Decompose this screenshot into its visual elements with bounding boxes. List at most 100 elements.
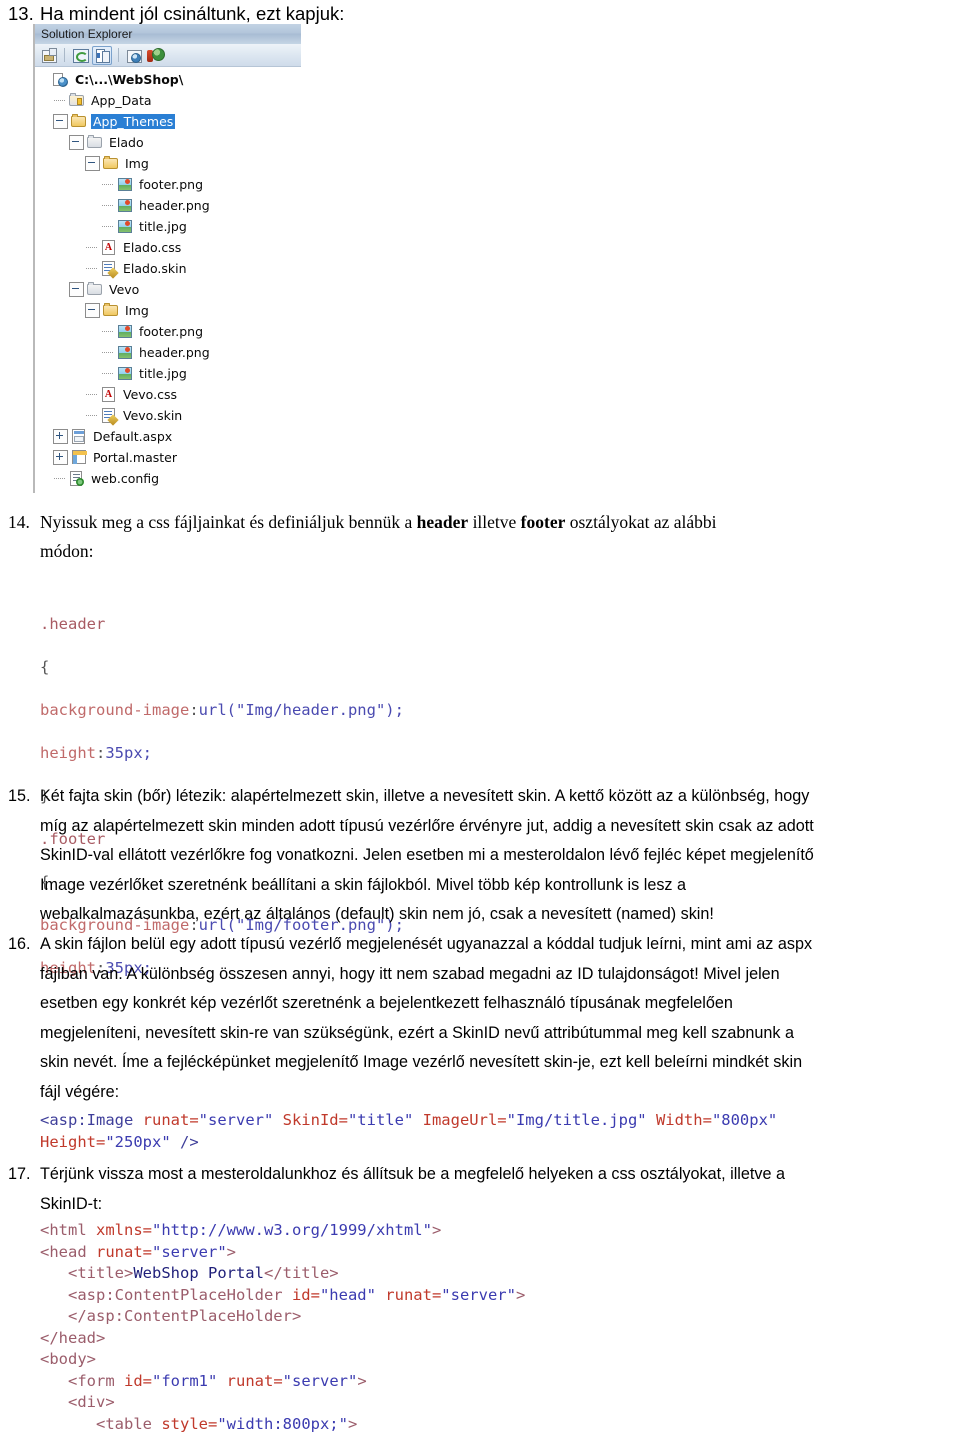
tree-connector [85,409,98,422]
tree-node-label: title.jpg [139,366,187,381]
tree-node-label: Elado.css [123,240,182,255]
refresh-icon[interactable] [71,47,89,64]
html-code-token: xmlns= [86,1221,152,1239]
item-14-text: Nyissuk meg a css fájljainkat és definiá… [40,508,940,566]
item-14: 14. Nyissuk meg a css fájljainkat és def… [0,508,940,566]
html-code-token: <title> [68,1264,134,1282]
item-15: 15. Két fajta skin (bőr) létezik: alapér… [0,782,950,930]
tree-node-header-png[interactable]: header.png [35,342,301,363]
collapse-toggle-icon[interactable] [85,156,100,171]
tree-node-label: header.png [139,345,210,360]
tree-connector [101,199,114,212]
item-13: 13. Ha mindent jól csináltunk, ezt kapju… [0,2,940,26]
item-16: 16. A skin fájlon belül egy adott típusú… [0,930,950,1107]
tree-node-img[interactable]: Img [35,300,301,321]
html-code-token: > [515,1285,526,1304]
item-17-number: 17. [8,1165,31,1183]
tree-node-web-config[interactable]: web.config [35,468,301,489]
html-code-token: runat= [375,1285,442,1304]
html-code-token: > [431,1221,442,1239]
tree-node-label: web.config [91,471,160,486]
item-17-line2: SkinID-t: [40,1194,103,1213]
tree-node-label: header.png [139,198,210,213]
item-17-line1: Térjünk vissza most a mesteroldalunkhoz … [40,1165,785,1183]
tree-node-default-aspx[interactable]: Default.aspx [35,426,301,447]
tree-node-label: Vevo.skin [123,408,183,423]
html-code-token: "server" [282,1371,358,1390]
folder-open-icon [103,156,119,171]
tree-node-footer-png[interactable]: footer.png [35,174,301,195]
html-code-line-7: <body> [40,1349,525,1371]
tree-node-app-themes[interactable]: App_Themes [35,111,301,132]
image-file-icon [117,219,133,234]
tree-node-label: App_Themes [91,114,176,129]
tree-node-img[interactable]: Img [35,153,301,174]
collapse-toggle-icon[interactable] [85,303,100,318]
tree-node-app-data[interactable]: App_Data [35,90,301,111]
aspx-file-icon [71,429,87,444]
tree-node-vevo-css[interactable]: A Vevo.css [35,384,301,405]
tree-node-label: C:\...\WebShop\ [75,72,184,87]
tree-node-header-png[interactable]: header.png [35,195,301,216]
tree-node-elado-css[interactable]: A Elado.css [35,237,301,258]
tree-node-footer-png[interactable]: footer.png [35,321,301,342]
tree-node-elado[interactable]: Elado [35,132,301,153]
html-code-token: "http://www.w3.org/1999/xhtml" [152,1221,432,1239]
asp-net-configuration-icon[interactable] [146,47,165,64]
html-code-token: </asp:ContentPlaceHolder> [68,1307,302,1325]
toolbar-separator-2 [118,48,119,62]
tree-node-vevo-skin[interactable]: Vevo.skin [35,405,301,426]
item-16-text: A skin fájlon belül egy adott típusú vez… [40,930,950,1107]
image-code-block: <asp:Image runat="server" SkinId="title"… [40,1110,960,1153]
html-code-token: runat= [86,1242,152,1261]
tree-node-elado-skin[interactable]: Elado.skin [35,258,301,279]
config-file-icon [69,471,85,486]
collapse-toggle-icon[interactable] [69,282,84,297]
item-16-line1: A skin fájlon belül egy adott típusú vez… [40,935,813,953]
html-code-block: <html xmlns="http://www.w3.org/1999/xhtm… [40,1220,525,1435]
tree-connector [53,472,66,485]
solution-explorer-panel: Solution Explorer C:\...\WebShop\ App_Dat… [33,24,301,493]
tree-node-label: Portal.master [93,450,177,465]
collapse-toggle-icon[interactable] [53,114,68,129]
html-code-token: "server" [441,1285,516,1304]
tree-node-title-jpg[interactable]: title.jpg [35,363,301,384]
solution-explorer-tree[interactable]: C:\...\WebShop\ App_Data App_Themes Elado Im… [35,67,301,493]
item-15-line2: míg az alapértelmezett skin minden adott… [40,816,814,835]
item-16-line2: fájlban van. A különbség összesen annyi,… [40,964,780,983]
tree-node-c-webshop[interactable]: C:\...\WebShop\ [35,69,301,90]
tree-connector [85,262,98,275]
html-code-token: "server" [152,1242,227,1261]
nest-related-files-icon[interactable] [125,47,143,64]
show-all-files-icon[interactable] [92,45,112,65]
css-line-2: { [40,657,50,676]
tree-connector [85,241,98,254]
tree-connector [101,178,114,191]
css-line-3: background-image:url("Img/header.png"); [40,700,404,719]
expand-toggle-icon[interactable] [53,429,68,444]
item-17: 17. Térjünk vissza most a mesteroldalunk… [0,1160,950,1219]
tree-node-title-jpg[interactable]: title.jpg [35,216,301,237]
tree-connector [85,388,98,401]
tree-node-portal-master[interactable]: Portal.master [35,447,301,468]
html-code-token: > [347,1414,358,1433]
item-15-text: Két fajta skin (bőr) létezik: alapértelm… [40,782,950,930]
properties-icon[interactable] [40,47,58,64]
image-code-tag: <asp:Image [40,1111,134,1129]
collapse-toggle-icon[interactable] [69,135,84,150]
html-code-token: </head> [40,1328,106,1347]
expand-toggle-icon[interactable] [53,450,68,465]
folder-closed-icon [69,93,85,108]
tree-connector [101,367,114,380]
item-14-bold-header: header [416,512,469,532]
item-16-line5: skin nevét. Íme a fejlécképünket megjele… [40,1053,803,1071]
item-15-number: 15. [8,787,31,805]
master-file-icon [71,450,87,465]
solution-explorer-toolbar[interactable] [35,44,301,67]
html-code-line-5: </asp:ContentPlaceHolder> [40,1306,525,1328]
html-code-line-1: <html xmlns="http://www.w3.org/1999/xhtm… [40,1220,525,1242]
tree-node-label: footer.png [139,177,204,192]
tree-node-vevo[interactable]: Vevo [35,279,301,300]
html-code-line-6: </head> [40,1328,525,1350]
tree-node-label: Vevo [109,282,140,297]
